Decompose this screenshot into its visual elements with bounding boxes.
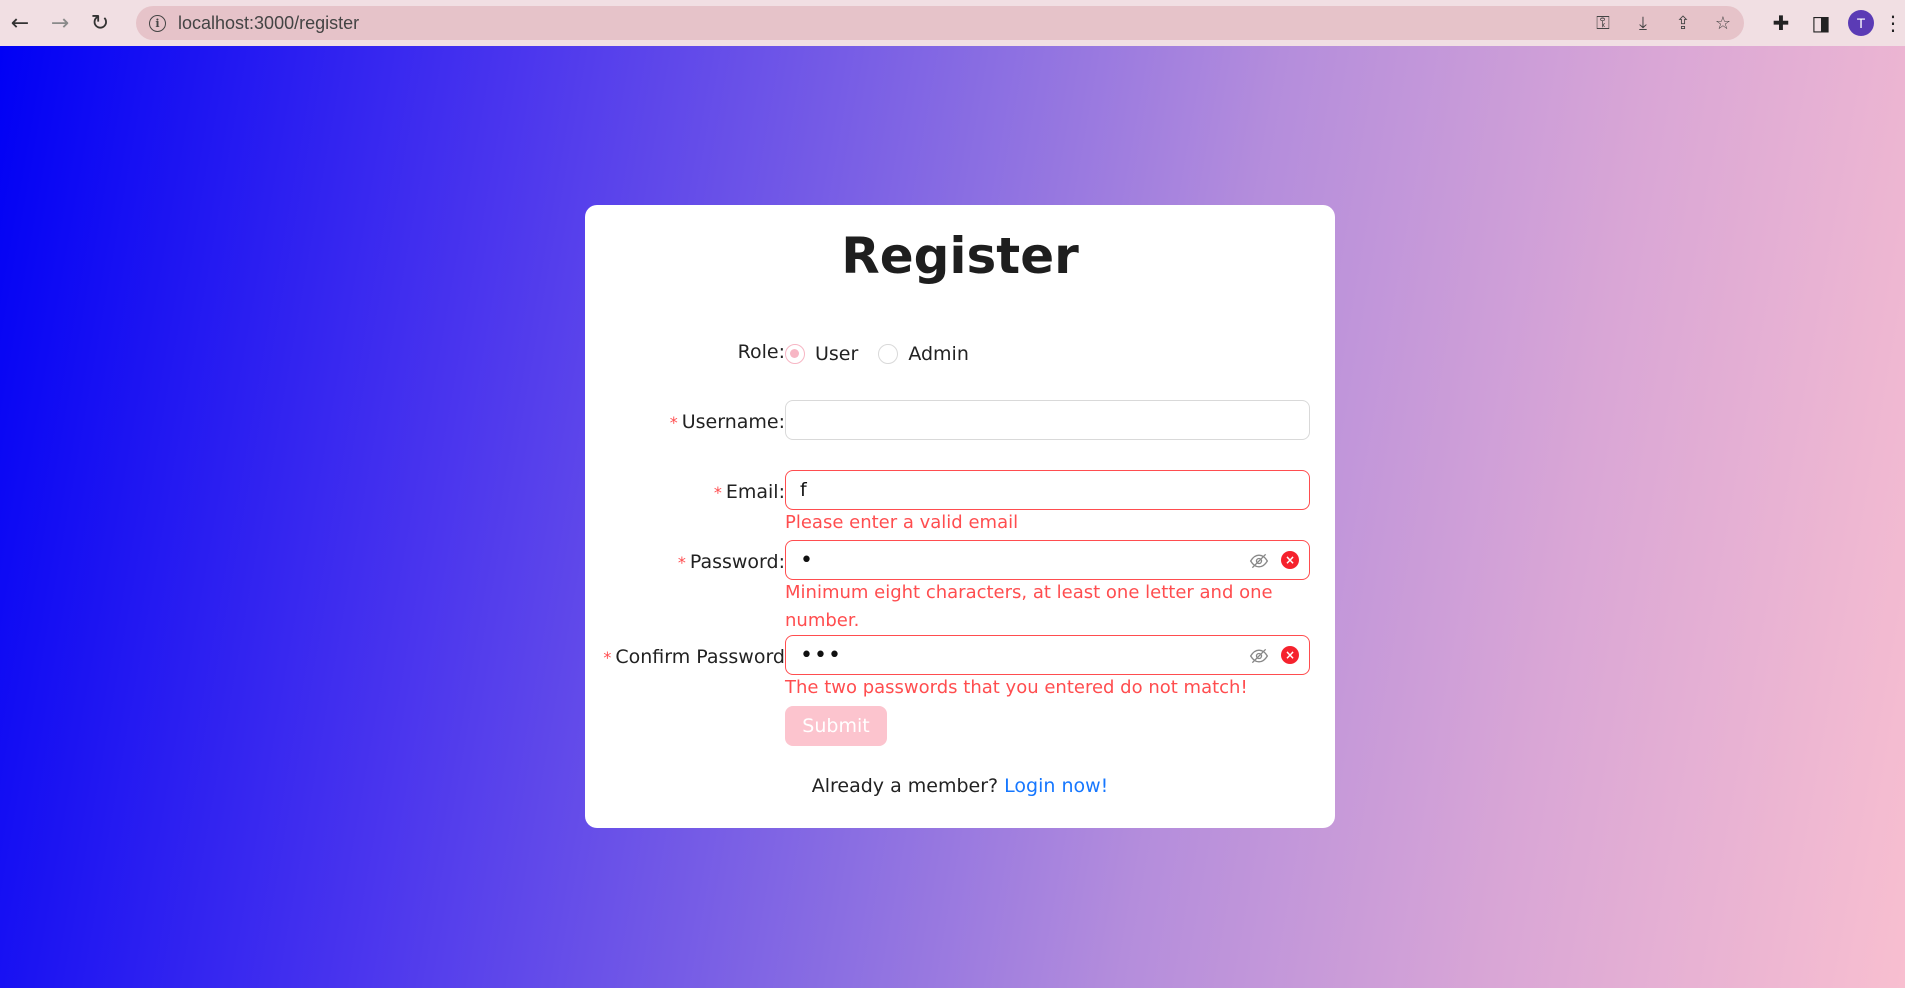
password-input[interactable]: • × [785,540,1310,580]
confirm-password-input[interactable]: ••• × [785,635,1310,675]
reload-button[interactable]: ↻ [80,0,120,46]
side-panel-icon[interactable]: ◨ [1801,11,1841,35]
page-background: Register Role: User Admin * Username: * Em… [0,46,1905,988]
confirm-password-label: * Confirm Password [603,646,785,668]
back-button[interactable]: ← [0,0,40,46]
role-admin-label[interactable]: Admin [908,343,969,365]
required-asterisk: * [669,413,678,432]
email-input[interactable]: f [785,470,1310,510]
clear-icon[interactable]: × [1281,551,1299,569]
arrow-right-icon: → [50,10,70,36]
browser-toolbar: ← → ↻ i localhost:3000/register ⚿ ⤓ ⇪ ☆ … [0,0,1905,46]
extensions-icon[interactable]: ✚ [1761,11,1801,35]
role-user-label[interactable]: User [815,343,858,365]
login-link[interactable]: Login now! [1004,775,1108,797]
star-icon[interactable]: ☆ [1712,13,1734,34]
required-asterisk: * [713,483,722,502]
key-icon[interactable]: ⚿ [1592,13,1614,34]
address-bar[interactable]: i localhost:3000/register ⚿ ⤓ ⇪ ☆ [136,6,1744,40]
password-label: * Password: [677,551,785,573]
confirm-password-error: The two passwords that you entered do no… [785,677,1248,698]
role-user-radio[interactable] [785,344,805,364]
password-error: Minimum eight characters, at least one l… [785,582,1273,631]
page-title: Register [841,227,1079,285]
required-asterisk: * [603,648,612,667]
clear-icon[interactable]: × [1281,646,1299,664]
eye-invisible-icon[interactable] [1249,551,1269,571]
submit-button[interactable]: Submit [785,706,887,746]
forward-button[interactable]: → [40,0,80,46]
role-label: Role: [737,341,785,363]
email-label: * Email: [713,481,785,503]
profile-avatar[interactable]: T [1848,10,1874,36]
url-text: localhost:3000/register [178,12,360,33]
menu-kebab-icon[interactable]: ⋮ [1881,11,1905,35]
username-label: * Username: [669,411,785,433]
username-input[interactable] [785,400,1310,440]
register-card: Register Role: User Admin * Username: * Em… [585,205,1335,828]
eye-invisible-icon[interactable] [1249,646,1269,666]
login-prompt: Already a member? Login now! [811,775,1109,797]
role-admin-radio[interactable] [878,344,899,364]
role-radio-group: User Admin [785,339,989,369]
reload-icon: ↻ [90,10,110,36]
email-error: Please enter a valid email [785,512,1019,533]
required-asterisk: * [677,553,686,572]
site-info-icon[interactable]: i [149,14,166,32]
share-icon[interactable]: ⇪ [1672,13,1694,34]
arrow-left-icon: ← [10,10,30,36]
install-icon[interactable]: ⤓ [1632,13,1654,34]
